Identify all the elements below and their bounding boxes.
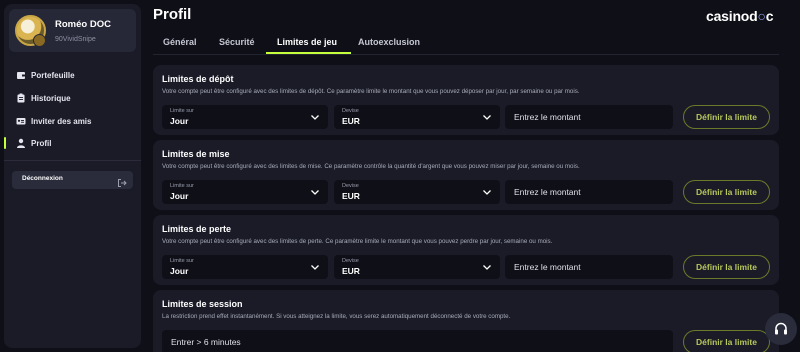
- sidebar: Roméo DOC 90VividSnipe Portefeuille Hist…: [4, 4, 141, 348]
- page-title: Profil: [153, 6, 192, 23]
- currency-select[interactable]: Devise EUR: [334, 105, 500, 129]
- logo-accent-icon: ○: [757, 8, 766, 24]
- sidebar-item-historique[interactable]: Historique: [4, 88, 141, 108]
- user-icon: [16, 138, 26, 148]
- card-title: Limites de perte: [162, 224, 232, 234]
- clipboard-icon: [16, 93, 26, 103]
- select-label: Limite sur: [170, 108, 194, 114]
- chevron-down-icon: [483, 190, 491, 195]
- active-tab-indicator: [266, 52, 351, 54]
- amount-placeholder: Entrez le montant: [514, 187, 581, 197]
- limit-card-session: Limites de session La restriction prend …: [153, 290, 779, 352]
- sidebar-divider: [4, 160, 141, 161]
- tab-autoexclusion[interactable]: Autoexclusion: [358, 37, 420, 47]
- user-card[interactable]: Roméo DOC 90VividSnipe: [9, 9, 136, 52]
- logo-text-end: c: [765, 8, 774, 24]
- user-handle: 90VividSnipe: [55, 36, 96, 43]
- amount-input[interactable]: Entrez le montant: [505, 105, 673, 129]
- select-value: Jour: [170, 191, 189, 201]
- support-button[interactable]: [765, 313, 797, 345]
- session-placeholder: Entrer > 6 minutes: [171, 337, 241, 347]
- sidebar-item-inviter[interactable]: Inviter des amis: [4, 111, 141, 131]
- amount-input[interactable]: Entrez le montant: [505, 255, 673, 279]
- amount-input[interactable]: Entrez le montant: [505, 180, 673, 204]
- select-label: Devise: [342, 258, 359, 264]
- tab-general[interactable]: Général: [163, 37, 197, 47]
- wallet-icon: [16, 70, 26, 80]
- user-name: Roméo DOC: [55, 19, 111, 30]
- select-label: Devise: [342, 108, 359, 114]
- sidebar-item-label: Portefeuille: [31, 70, 75, 80]
- limit-card-perte: Limites de perte Votre compte peut être …: [153, 215, 779, 285]
- sidebar-item-label: Inviter des amis: [31, 116, 92, 126]
- set-limit-button[interactable]: Définir la limite: [683, 105, 770, 129]
- logout-icon: [117, 175, 127, 187]
- sidebar-item-label: Profil: [31, 138, 52, 148]
- card-title: Limites de mise: [162, 149, 230, 159]
- period-select[interactable]: Limite sur Jour: [162, 255, 328, 279]
- sidebar-item-portefeuille[interactable]: Portefeuille: [4, 65, 141, 85]
- set-limit-button[interactable]: Définir la limite: [683, 330, 770, 352]
- select-value: EUR: [342, 116, 360, 126]
- session-duration-input[interactable]: Entrer > 6 minutes: [162, 330, 673, 352]
- currency-select[interactable]: Devise EUR: [334, 255, 500, 279]
- select-value: EUR: [342, 191, 360, 201]
- id-card-icon: [16, 116, 26, 126]
- profile-tabs: Général Sécurité Limites de jeu Autoexcl…: [153, 29, 779, 55]
- select-label: Limite sur: [170, 183, 194, 189]
- logout-button[interactable]: Déconnexion: [12, 171, 133, 189]
- chevron-down-icon: [483, 115, 491, 120]
- chevron-down-icon: [311, 265, 319, 270]
- period-select[interactable]: Limite sur Jour: [162, 105, 328, 129]
- sidebar-item-label: Historique: [31, 93, 71, 103]
- tab-securite[interactable]: Sécurité: [219, 37, 255, 47]
- set-limit-button[interactable]: Définir la limite: [683, 255, 770, 279]
- amount-placeholder: Entrez le montant: [514, 262, 581, 272]
- rank-badge-icon: [33, 34, 46, 47]
- amount-placeholder: Entrez le montant: [514, 112, 581, 122]
- logout-label: Déconnexion: [22, 175, 63, 182]
- casino-logo[interactable]: casinod○c: [706, 8, 774, 24]
- currency-select[interactable]: Devise EUR: [334, 180, 500, 204]
- tab-limites-de-jeu[interactable]: Limites de jeu: [277, 37, 337, 47]
- tabs-divider: [153, 54, 779, 55]
- period-select[interactable]: Limite sur Jour: [162, 180, 328, 204]
- set-limit-button[interactable]: Définir la limite: [683, 180, 770, 204]
- card-description: Votre compte peut être configuré avec de…: [162, 163, 580, 170]
- logo-text: casinod: [706, 8, 758, 24]
- chevron-down-icon: [311, 115, 319, 120]
- card-description: Votre compte peut être configuré avec de…: [162, 88, 580, 95]
- select-label: Limite sur: [170, 258, 194, 264]
- card-description: Votre compte peut être configuré avec de…: [162, 238, 553, 245]
- card-description: La restriction prend effet instantanémen…: [162, 313, 511, 320]
- select-label: Devise: [342, 183, 359, 189]
- chevron-down-icon: [311, 190, 319, 195]
- select-value: EUR: [342, 266, 360, 276]
- active-indicator: [4, 137, 6, 149]
- select-value: Jour: [170, 116, 189, 126]
- limit-card-depot: Limites de dépôt Votre compte peut être …: [153, 65, 779, 135]
- limit-card-mise: Limites de mise Votre compte peut être c…: [153, 140, 779, 210]
- select-value: Jour: [170, 266, 189, 276]
- card-title: Limites de dépôt: [162, 74, 234, 84]
- sidebar-item-profil[interactable]: Profil: [4, 133, 141, 153]
- card-title: Limites de session: [162, 299, 243, 309]
- headset-icon: [775, 322, 787, 335]
- chevron-down-icon: [483, 265, 491, 270]
